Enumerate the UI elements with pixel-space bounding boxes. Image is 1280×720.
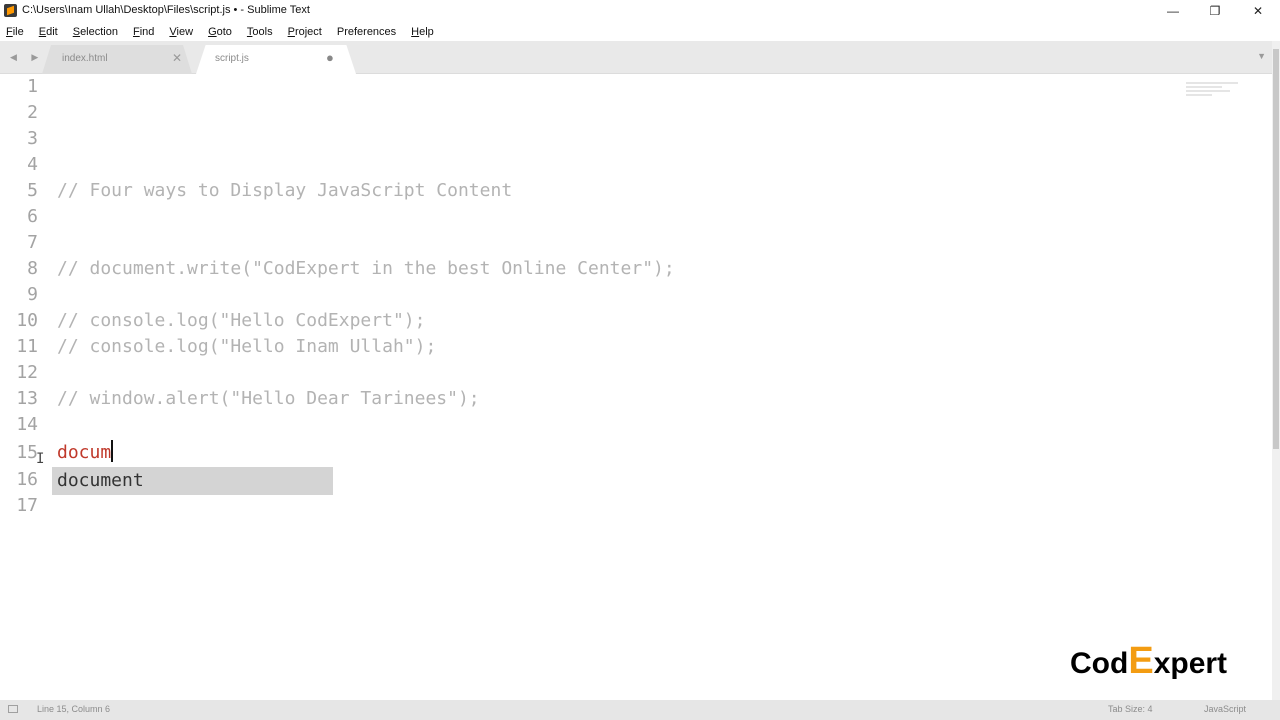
title-bar: C:\Users\Inam Ullah\Desktop\Files\script… — [0, 0, 1280, 22]
autocomplete-popup[interactable]: document — [52, 467, 333, 495]
line-number: 3 — [27, 128, 38, 149]
code-line: 11 // console.log("Hello Inam Ullah"); — [0, 334, 1180, 360]
syntax-indicator[interactable]: JavaScript — [1204, 704, 1246, 714]
close-button[interactable]: ✕ — [1236, 0, 1280, 22]
code-line: 12 — [0, 360, 1180, 386]
line-number: 11 — [16, 336, 38, 357]
tab-nav-arrows-icon[interactable]: ◀ ▶ — [10, 52, 44, 63]
line-text: // console.log("Hello CodExpert"); — [57, 310, 426, 331]
codexpert-logo: CodExpert — [1070, 640, 1228, 682]
code-line: 17 — [0, 493, 1180, 519]
minimap[interactable] — [1186, 82, 1238, 98]
tab-label: script.js — [215, 53, 249, 64]
line-text: // Four ways to Display JavaScript Conte… — [57, 180, 513, 201]
vertical-scrollbar[interactable] — [1272, 41, 1280, 700]
autocomplete-item[interactable]: document — [57, 468, 144, 494]
line-number: 13 — [16, 388, 38, 409]
menu-file[interactable]: File — [6, 26, 24, 38]
line-number: 10 — [16, 310, 38, 331]
tab-dropdown-icon[interactable]: ▼ — [1257, 51, 1266, 61]
menu-edit[interactable]: Edit — [39, 26, 58, 38]
line-number: 5 — [27, 180, 38, 201]
code-line: 9 — [0, 282, 1180, 308]
line-number: 15 — [16, 442, 38, 463]
code-line-current: 15 docum — [0, 440, 1180, 466]
code-line: 13 // window.alert("Hello Dear Tarinees")… — [0, 386, 1180, 412]
menu-help[interactable]: Help — [411, 26, 434, 38]
code-line: 1 — [0, 74, 1180, 100]
code-editor[interactable]: 1 2 3 4 5 // Four ways to Display JavaScr… — [0, 74, 1272, 700]
line-text: docum — [57, 440, 114, 466]
menu-preferences[interactable]: Preferences — [337, 26, 396, 38]
line-number: 14 — [16, 414, 38, 435]
menu-view[interactable]: View — [169, 26, 193, 38]
panel-toggle-icon[interactable] — [8, 705, 18, 713]
code-line: 6 — [0, 204, 1180, 230]
line-number: 1 — [27, 76, 38, 97]
text-caret — [111, 440, 114, 462]
typed-text: docum — [57, 442, 112, 463]
tab-label: index.html — [62, 53, 108, 64]
scrollbar-thumb[interactable] — [1273, 49, 1279, 449]
code-line: 8 // document.write("CodExpert in the bes… — [0, 256, 1180, 282]
code-line: 14 — [0, 412, 1180, 438]
code-line: 5 // Four ways to Display JavaScript Cont… — [0, 178, 1180, 204]
line-number: 8 — [27, 258, 38, 279]
close-tab-icon[interactable]: ✕ — [172, 51, 182, 65]
tab-script-js[interactable]: script.js ● — [196, 45, 356, 74]
tab-index-html[interactable]: index.html ✕ — [42, 45, 192, 74]
line-number: 16 — [16, 469, 38, 490]
line-text: // window.alert("Hello Dear Tarinees"); — [57, 388, 480, 409]
menu-bar: File Edit Selection Find View Goto Tools… — [0, 22, 1280, 41]
line-text: // document.write("CodExpert in the best… — [57, 258, 675, 279]
status-bar: Line 15, Column 6 Tab Size: 4 JavaScript — [0, 700, 1280, 720]
restore-button[interactable]: ❐ — [1193, 0, 1237, 22]
line-number: 7 — [27, 232, 38, 253]
line-number: 6 — [27, 206, 38, 227]
menu-find[interactable]: Find — [133, 26, 154, 38]
code-line: 10 // console.log("Hello CodExpert"); — [0, 308, 1180, 334]
line-text: // console.log("Hello Inam Ullah"); — [57, 336, 437, 357]
tab-strip: ◀ ▶ index.html ✕ script.js ● ▼ — [0, 41, 1272, 74]
line-number: 17 — [16, 495, 38, 516]
code-line: 2 — [0, 100, 1180, 126]
sublime-text-icon — [4, 4, 17, 17]
code-line: 7 — [0, 230, 1180, 256]
line-number: 2 — [27, 102, 38, 123]
menu-tools[interactable]: Tools — [247, 26, 273, 38]
line-number: 9 — [27, 284, 38, 305]
code-line: 3 — [0, 126, 1180, 152]
line-number: 4 — [27, 154, 38, 175]
menu-project[interactable]: Project — [288, 26, 322, 38]
menu-goto[interactable]: Goto — [208, 26, 232, 38]
menu-selection[interactable]: Selection — [73, 26, 118, 38]
mouse-ibeam-cursor-icon: I — [36, 451, 45, 467]
cursor-position: Line 15, Column 6 — [37, 704, 111, 714]
unsaved-dot-icon[interactable]: ● — [326, 50, 334, 65]
line-number: 12 — [16, 362, 38, 383]
tab-size-indicator[interactable]: Tab Size: 4 — [1108, 704, 1153, 714]
window-title: C:\Users\Inam Ullah\Desktop\Files\script… — [22, 4, 310, 16]
code-line: 4 — [0, 152, 1180, 178]
minimize-button[interactable]: — — [1151, 0, 1195, 22]
